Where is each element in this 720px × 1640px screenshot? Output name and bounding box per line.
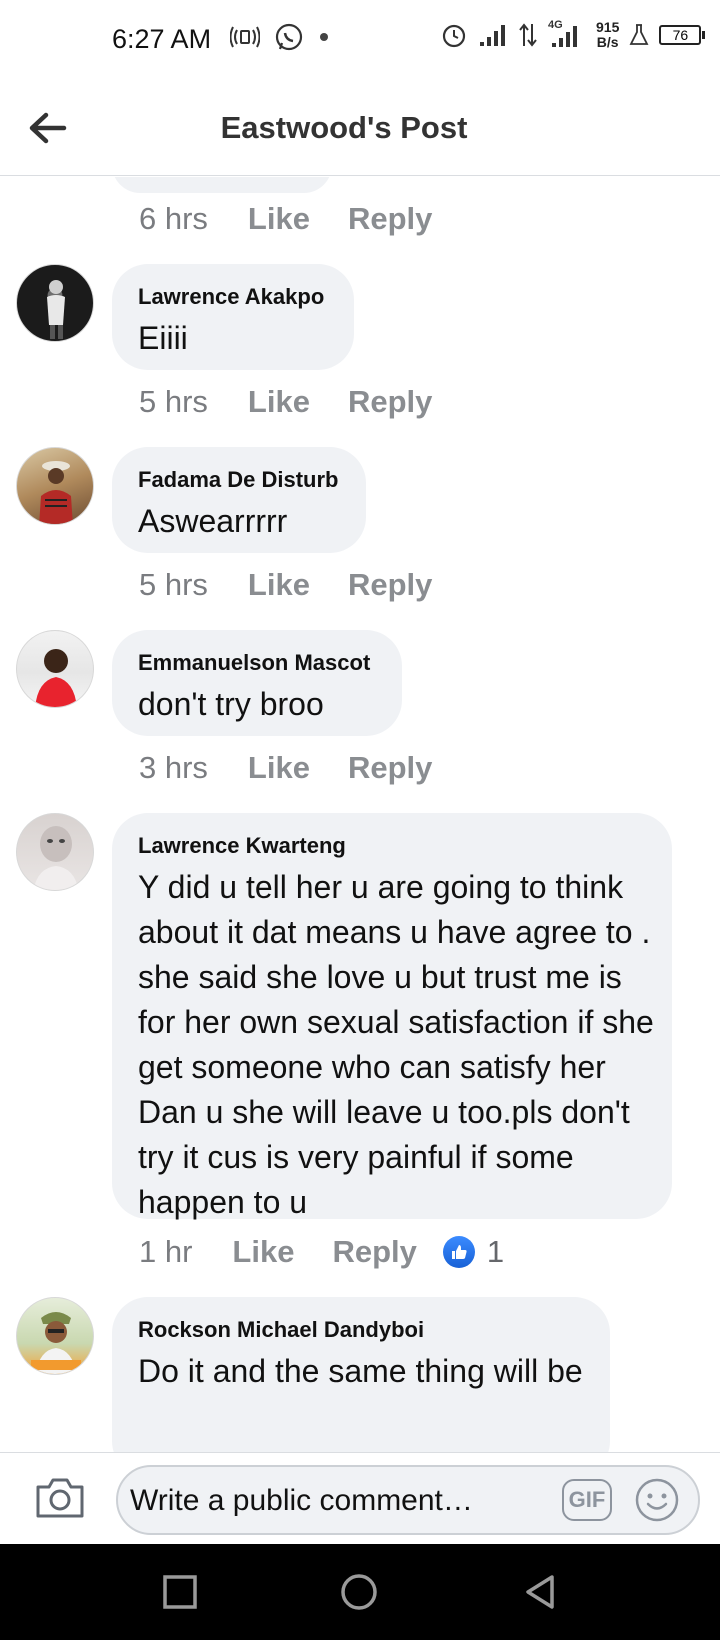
- comment-input-container: GIF: [116, 1465, 700, 1535]
- comment-time: 6 hrs: [139, 201, 208, 236]
- like-button[interactable]: Like: [248, 567, 310, 603]
- avatar[interactable]: [16, 630, 94, 708]
- flask-icon: [629, 24, 649, 45]
- avatar-figure-icon: [35, 649, 77, 707]
- like-button[interactable]: Like: [248, 750, 310, 786]
- comment-bubble[interactable]: Fadama De Disturb Aswearrrrr: [112, 447, 366, 553]
- comment-actions: 5 hrs Like Reply: [139, 384, 470, 420]
- comment-actions: 6 hrs Like Reply: [139, 201, 470, 237]
- reaction-count: 1: [486, 1234, 505, 1269]
- post-header: Eastwood's Post: [0, 80, 720, 176]
- home-button[interactable]: [339, 1572, 379, 1612]
- comment-author[interactable]: Emmanuelson Mascot: [138, 650, 376, 676]
- emoji-button[interactable]: [634, 1477, 680, 1523]
- signal-4g-icon: 4G: [548, 19, 586, 49]
- avatar[interactable]: [16, 813, 94, 891]
- like-button[interactable]: Like: [248, 384, 310, 420]
- avatar[interactable]: [16, 264, 94, 342]
- like-button[interactable]: Like: [248, 201, 310, 237]
- comment-bubble[interactable]: Rockson Michael Dandyboi Do it and the s…: [112, 1297, 610, 1453]
- reaction-summary[interactable]: 1: [442, 1234, 505, 1270]
- camera-icon: [36, 1478, 84, 1518]
- comment-bubble[interactable]: Lawrence Kwarteng Y did u tell her u are…: [112, 813, 672, 1220]
- page-title: Eastwood's Post: [220, 110, 468, 145]
- whatsapp-icon: [275, 23, 303, 51]
- square-icon: [163, 1575, 197, 1609]
- comment-actions: 5 hrs Like Reply: [139, 567, 470, 603]
- emoji-icon: [635, 1478, 679, 1522]
- comment-text: Eiiii: [138, 320, 188, 356]
- comment-time: 5 hrs: [139, 567, 208, 602]
- comment-text: Y did u tell her u are going to think ab…: [138, 869, 654, 1220]
- avatar-figure-icon: [39, 461, 73, 524]
- avatar-figure-icon: [33, 826, 79, 890]
- comment-input[interactable]: [130, 1477, 550, 1525]
- status-bar: 6:27 AM 4G 915 B/s 76: [0, 0, 720, 80]
- net-speed-unit: B/s: [596, 34, 619, 50]
- reply-button[interactable]: Reply: [348, 567, 432, 603]
- comment-actions: 3 hrs Like Reply: [139, 750, 470, 786]
- like-button[interactable]: Like: [232, 1234, 294, 1270]
- circle-icon: [341, 1574, 377, 1610]
- comment-text: Aswearrrrr: [138, 503, 288, 539]
- battery-icon: 76: [659, 25, 706, 45]
- reply-button[interactable]: Reply: [348, 201, 432, 237]
- comment-text: Do it and the same thing will be: [138, 1353, 583, 1389]
- comment-author[interactable]: Fadama De Disturb: [138, 467, 340, 493]
- comment-author[interactable]: Lawrence Akakpo: [138, 284, 328, 310]
- comment-author[interactable]: Rockson Michael Dandyboi: [138, 1317, 584, 1343]
- status-icons-left: [230, 22, 330, 52]
- status-time: 6:27 AM: [112, 24, 212, 54]
- comment-text: don't try broo: [138, 686, 324, 722]
- camera-button[interactable]: [34, 1475, 86, 1521]
- comment-author[interactable]: Lawrence Kwarteng: [138, 833, 646, 859]
- signal-icon: [480, 25, 505, 46]
- reply-button[interactable]: Reply: [348, 384, 432, 420]
- avatar[interactable]: [16, 1297, 94, 1375]
- comments-list[interactable]: 6 hrs Like Reply Lawrence Akakpo Eiiii 5…: [0, 177, 720, 1453]
- comment-actions: 1 hr Like Reply 1: [139, 1234, 504, 1270]
- comment-bubble[interactable]: Emmanuelson Mascot don't try broo: [112, 630, 402, 736]
- status-icons-right: 4G 915 B/s 76: [440, 19, 706, 50]
- net-speed: 915 B/s: [596, 20, 619, 50]
- hotspot-icon: [230, 26, 260, 48]
- reply-button[interactable]: Reply: [332, 1234, 416, 1270]
- net-speed-value: 915: [596, 19, 620, 35]
- comment-composer: GIF: [0, 1452, 720, 1544]
- avatar[interactable]: [16, 447, 94, 525]
- recents-button[interactable]: [160, 1572, 200, 1612]
- reply-button[interactable]: Reply: [348, 750, 432, 786]
- avatar-figure-icon: [31, 1312, 81, 1374]
- dot-icon: [320, 33, 328, 41]
- gif-button[interactable]: GIF: [562, 1479, 612, 1521]
- comment-time: 1 hr: [139, 1234, 193, 1269]
- system-nav-bar: [0, 1544, 720, 1640]
- alarm-icon: [442, 24, 466, 48]
- back-nav-button[interactable]: [520, 1572, 560, 1612]
- previous-comment-bubble: [112, 177, 332, 193]
- comment-time: 3 hrs: [139, 750, 208, 785]
- triangle-back-icon: [526, 1575, 554, 1609]
- comment-bubble[interactable]: Lawrence Akakpo Eiiii: [112, 264, 354, 370]
- like-reaction-icon: [442, 1236, 475, 1268]
- data-transfer-icon: [519, 23, 537, 47]
- avatar-figure-icon: [47, 280, 65, 339]
- comment-time: 5 hrs: [139, 384, 208, 419]
- battery-level: 76: [672, 27, 689, 43]
